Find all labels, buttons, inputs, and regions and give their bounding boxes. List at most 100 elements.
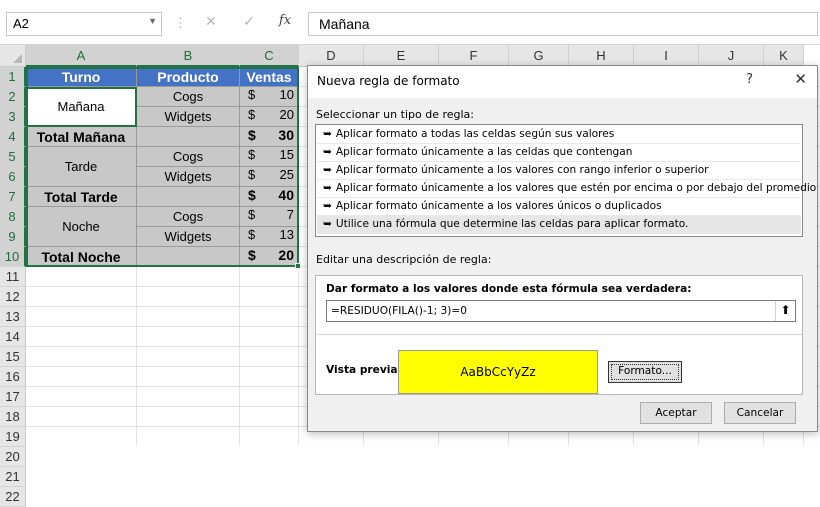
header-cell-a[interactable]: Turno <box>26 67 137 87</box>
cell-c2[interactable]: $10 <box>240 87 299 107</box>
row-header-1[interactable]: 1 <box>0 67 26 87</box>
column-header-e[interactable]: E <box>364 45 439 67</box>
currency-symbol: $ <box>248 147 256 162</box>
cell-c8[interactable]: $7 <box>240 207 299 227</box>
chevron-down-icon[interactable]: ▼ <box>148 16 157 26</box>
cell-b8[interactable]: Cogs <box>137 207 240 227</box>
cancel-button[interactable]: Cancelar <box>724 402 796 424</box>
row-header-15[interactable]: 15 <box>0 347 26 367</box>
row-header-19[interactable]: 19 <box>0 427 26 447</box>
cell-c10[interactable]: $20 <box>240 247 299 267</box>
cell-c5[interactable]: $15 <box>240 147 299 167</box>
name-box[interactable]: A2 ▼ <box>6 12 162 36</box>
cell-b9[interactable]: Widgets <box>137 227 240 247</box>
row-header-9[interactable]: 9 <box>0 227 26 247</box>
column-header-f[interactable]: F <box>439 45 509 67</box>
insert-function-icon[interactable]: fx <box>274 13 296 33</box>
rule-type-list[interactable]: ➥ Aplicar formato a todas las celdas segú… <box>315 124 816 237</box>
row-header-11[interactable]: 11 <box>0 267 26 287</box>
cell-a2[interactable]: Mañana <box>26 87 137 127</box>
column-header-a[interactable]: A <box>26 45 137 67</box>
row-header-22[interactable]: 22 <box>0 487 26 507</box>
row-header-10[interactable]: 10 <box>0 247 26 267</box>
arrow-icon: ➥ <box>323 128 332 140</box>
formula-input[interactable]: Mañana <box>308 12 818 36</box>
rule-type-item[interactable]: ➥ Aplicar formato únicamente a las celdas… <box>317 144 801 162</box>
row-header-8[interactable]: 8 <box>0 207 26 227</box>
help-icon[interactable]: ? <box>746 72 753 87</box>
cell-c6[interactable]: $25 <box>240 167 299 187</box>
cancel-entry-icon[interactable]: ✕ <box>200 13 222 33</box>
row-header-16[interactable]: 16 <box>0 367 26 387</box>
format-button[interactable]: Formato... <box>608 361 682 383</box>
column-header-b[interactable]: B <box>137 45 240 67</box>
rule-type-label: Aplicar formato a todas las celdas según… <box>335 128 615 140</box>
close-icon[interactable]: ✕ <box>794 70 807 88</box>
column-header-j[interactable]: J <box>699 45 764 67</box>
arrow-icon: ➥ <box>323 146 332 158</box>
cell-c9[interactable]: $13 <box>240 227 299 247</box>
rule-type-item[interactable]: ➥ Utilice una fórmula que determine las c… <box>317 216 801 234</box>
row-header-21[interactable]: 21 <box>0 467 26 487</box>
cell-value: 13 <box>279 227 294 242</box>
cell-value: 25 <box>279 167 294 182</box>
row-header-4[interactable]: 4 <box>0 127 26 147</box>
rule-type-item[interactable]: ➥ Aplicar formato únicamente a los valore… <box>317 180 816 198</box>
cell-value: 30 <box>278 127 294 143</box>
row-header-20[interactable]: 20 <box>0 447 26 467</box>
header-cell-c[interactable]: Ventas <box>240 67 299 87</box>
column-header-i[interactable]: I <box>634 45 699 67</box>
column-header-k[interactable]: K <box>764 45 804 67</box>
cell-b4[interactable] <box>137 127 240 147</box>
row-header-3[interactable]: 3 <box>0 107 26 127</box>
drag-handle-icon[interactable]: ⋮ <box>174 15 187 31</box>
row-header-7[interactable]: 7 <box>0 187 26 207</box>
cell-b2[interactable]: Cogs <box>137 87 240 107</box>
divider <box>316 334 802 335</box>
rule-type-item[interactable]: ➥ Aplicar formato a todas las celdas segú… <box>317 126 801 144</box>
column-header-g[interactable]: G <box>509 45 569 67</box>
cell-a10[interactable]: Total Noche <box>26 247 137 267</box>
row-header-6[interactable]: 6 <box>0 167 26 187</box>
cell-a5[interactable]: Tarde <box>26 147 137 187</box>
cell-b6[interactable]: Widgets <box>137 167 240 187</box>
column-header-h[interactable]: H <box>569 45 634 67</box>
name-box-value: A2 <box>13 16 29 31</box>
formula-bar: A2 ▼ ⋮ ✕ ✓ fx Mañana <box>0 0 820 45</box>
select-all-button[interactable] <box>0 45 26 67</box>
row-header-17[interactable]: 17 <box>0 387 26 407</box>
cell-c7[interactable]: $40 <box>240 187 299 207</box>
cell-a8[interactable]: Noche <box>26 207 137 247</box>
cell-b3[interactable]: Widgets <box>137 107 240 127</box>
rule-type-label: Aplicar formato únicamente a los valores… <box>335 200 662 212</box>
formula-condition-label: Dar formato a los valores donde esta fór… <box>326 283 692 295</box>
rule-type-item[interactable]: ➥ Aplicar formato únicamente a los valore… <box>317 162 801 180</box>
cell-b10[interactable] <box>137 247 240 267</box>
row-header-18[interactable]: 18 <box>0 407 26 427</box>
cell-a7[interactable]: Total Tarde <box>26 187 137 207</box>
rule-type-item[interactable]: ➥ Aplicar formato únicamente a los valore… <box>317 198 801 216</box>
collapse-dialog-icon[interactable]: ⬆ <box>775 301 795 321</box>
row-header-12[interactable]: 12 <box>0 287 26 307</box>
header-cell-b[interactable]: Producto <box>137 67 240 87</box>
cell-b7[interactable] <box>137 187 240 207</box>
row-header-2[interactable]: 2 <box>0 87 26 107</box>
ok-button[interactable]: Aceptar <box>640 402 712 424</box>
column-header-d[interactable]: D <box>299 45 364 67</box>
fill-handle[interactable] <box>295 263 301 269</box>
row-header-5[interactable]: 5 <box>0 147 26 167</box>
currency-symbol: $ <box>248 127 256 143</box>
rule-type-label: Utilice una fórmula que determine las ce… <box>335 218 689 230</box>
rule-formula-input[interactable]: =RESIDUO(FILA()-1; 3)=0 ⬆ <box>326 300 796 322</box>
row-header-14[interactable]: 14 <box>0 327 26 347</box>
cell-a4[interactable]: Total Mañana <box>26 127 137 147</box>
confirm-entry-icon[interactable]: ✓ <box>238 13 260 33</box>
dialog-titlebar: Nueva regla de formato ? ✕ <box>308 66 817 98</box>
cell-c3[interactable]: $20 <box>240 107 299 127</box>
row-header-13[interactable]: 13 <box>0 307 26 327</box>
column-header-c[interactable]: C <box>240 45 299 67</box>
cell-c4[interactable]: $30 <box>240 127 299 147</box>
select-rule-type-label: Seleccionar un tipo de regla: <box>316 108 474 121</box>
cell-b5[interactable]: Cogs <box>137 147 240 167</box>
currency-symbol: $ <box>248 187 256 203</box>
